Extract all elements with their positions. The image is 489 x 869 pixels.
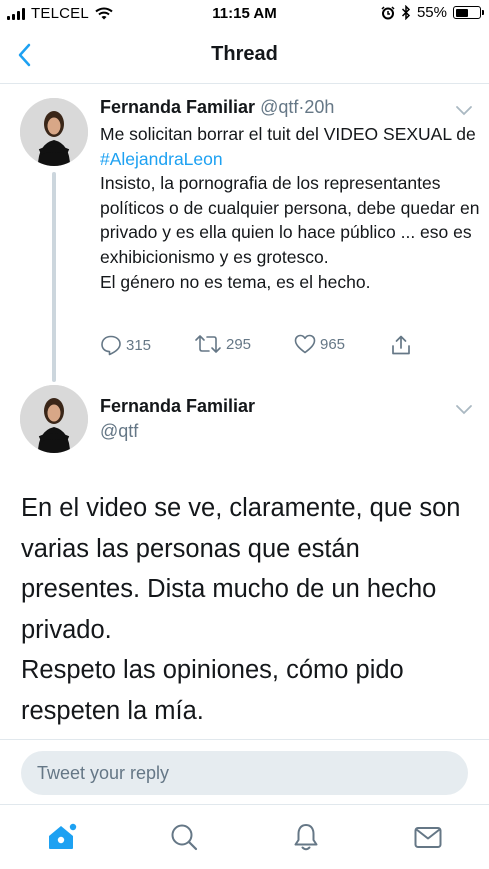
- battery-percent: 55%: [416, 4, 447, 21]
- retweet-icon: [195, 335, 221, 353]
- tweet-time: 20h: [304, 97, 335, 117]
- page-title: Thread: [211, 43, 278, 65]
- author-name[interactable]: Fernanda Familiar: [100, 396, 255, 416]
- tweet1-line1: Me solicitan borrar el tuit del VIDEO SE…: [100, 122, 480, 171]
- tweet1-last-line: El género no es tema, es el hecho.: [100, 271, 371, 292]
- nav-bar: Thread: [0, 28, 489, 84]
- retweet-button[interactable]: 295: [194, 334, 251, 354]
- tab-bar: [0, 804, 489, 869]
- tweet1-paragraph: Insisto, la pornografia de los represent…: [100, 173, 480, 267]
- chevron-down-icon[interactable]: [454, 402, 474, 416]
- reply-icon: [101, 335, 121, 356]
- author-handle[interactable]: @qtf: [100, 421, 138, 442]
- thread-connector: [52, 172, 56, 382]
- avatar[interactable]: [20, 98, 88, 166]
- author-name[interactable]: Fernanda Familiar: [100, 97, 255, 117]
- hashtag-link[interactable]: #AlejandraLeon: [100, 149, 223, 169]
- reply-input[interactable]: [21, 751, 468, 795]
- alarm-icon: [381, 5, 395, 19]
- home-icon[interactable]: [45, 821, 77, 853]
- bluetooth-icon: [401, 5, 411, 20]
- like-count: 965: [320, 335, 346, 353]
- reply-count: 315: [126, 336, 152, 354]
- tweet1-actions: 315 295 965: [100, 334, 430, 362]
- mail-icon[interactable]: [412, 821, 444, 853]
- tweet2-header: Fernanda Familiar: [100, 396, 255, 417]
- search-icon[interactable]: [168, 821, 200, 853]
- chevron-down-icon[interactable]: [454, 103, 474, 117]
- avatar-image: [20, 385, 88, 453]
- avatar[interactable]: [20, 385, 88, 453]
- retweet-count: 295: [226, 335, 252, 353]
- author-handle[interactable]: @qtf: [260, 97, 298, 117]
- battery-icon: [453, 6, 484, 19]
- status-bar: TELCEL 11:15 AM 55%: [0, 0, 489, 28]
- avatar-image: [20, 98, 88, 166]
- battery-level: [455, 8, 469, 17]
- tweet1-header: Fernanda Familiar @qtf·20h: [100, 97, 334, 118]
- bell-icon[interactable]: [290, 821, 322, 853]
- reply-composer: [0, 739, 489, 804]
- tweet2-paragraph-1: En el video se ve, claramente, que son v…: [21, 494, 461, 644]
- like-button[interactable]: 965: [294, 334, 345, 354]
- tweet1-text-start: Me solicitan borrar el tuit del VIDEO SE…: [100, 124, 476, 144]
- tweet2-paragraph-2: Respeto las opiniones, cómo pido respete…: [21, 656, 404, 725]
- share-icon: [392, 335, 410, 355]
- heart-icon: [294, 334, 316, 354]
- tweet2-text: En el video se ve, claramente, que son v…: [21, 488, 481, 731]
- status-right: 55%: [381, 4, 484, 21]
- share-button[interactable]: [390, 334, 412, 356]
- reply-button[interactable]: 315: [100, 334, 151, 356]
- tweet1-text: Me solicitan borrar el tuit del VIDEO SE…: [100, 122, 480, 294]
